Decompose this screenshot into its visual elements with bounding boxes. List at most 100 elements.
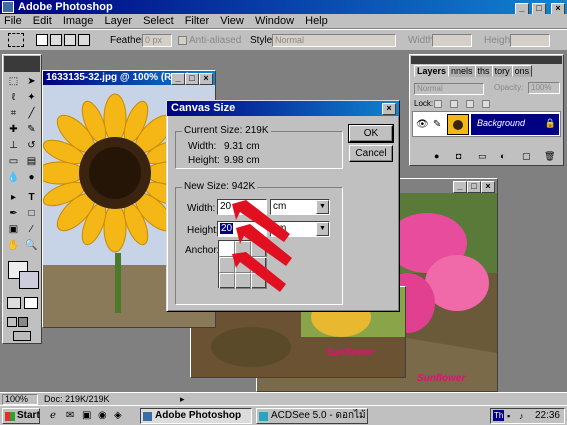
trash-icon[interactable]: 🗑 xyxy=(544,151,555,162)
chevron-down-icon[interactable]: ▼ xyxy=(316,222,329,236)
dodge-icon[interactable]: ● xyxy=(24,171,39,185)
add-selection-icon[interactable] xyxy=(50,34,62,46)
new-height-input[interactable]: 20 xyxy=(217,221,267,237)
subtract-selection-icon[interactable] xyxy=(64,34,76,46)
move-icon[interactable]: ➤ xyxy=(24,75,39,89)
menu-layer[interactable]: Layer xyxy=(100,14,136,28)
lock-all-checkbox[interactable] xyxy=(482,100,490,108)
width-input[interactable] xyxy=(432,34,472,47)
brush-icon[interactable]: ✎ xyxy=(24,123,39,137)
new-height-unit-select[interactable]: cm ▼ xyxy=(270,221,330,237)
blur-icon[interactable]: 💧 xyxy=(6,171,21,185)
menu-image[interactable]: Image xyxy=(59,14,98,28)
close-icon[interactable]: × xyxy=(382,103,396,115)
history-brush-icon[interactable]: ↺ xyxy=(24,139,39,153)
path-selection-icon[interactable]: ▸ xyxy=(6,191,21,205)
jump-to-imageready-icon[interactable] xyxy=(13,331,31,341)
new-width-unit-select[interactable]: cm ▼ xyxy=(270,199,330,215)
layer-mask-icon[interactable]: ◘ xyxy=(456,151,461,161)
network-icon[interactable]: ▪ xyxy=(507,409,510,423)
brush-link-icon[interactable]: ✎ xyxy=(433,119,441,130)
eye-icon[interactable]: 👁 xyxy=(416,119,429,130)
standard-mode-icon[interactable] xyxy=(24,297,38,309)
clone-stamp-icon[interactable]: ⊥ xyxy=(6,139,21,153)
new-set-icon[interactable]: ▭ xyxy=(478,151,487,162)
lock-position-checkbox[interactable] xyxy=(466,100,474,108)
tab-paths[interactable]: ths xyxy=(474,65,493,77)
start-button[interactable]: Start xyxy=(2,408,40,424)
anchor-center[interactable] xyxy=(235,257,251,273)
dialog-title-bar[interactable]: Canvas Size × xyxy=(167,101,399,116)
intersect-selection-icon[interactable] xyxy=(78,34,90,46)
language-indicator[interactable]: Th xyxy=(493,410,505,421)
background-color-swatch[interactable] xyxy=(19,271,39,289)
eraser-icon[interactable]: ▭ xyxy=(6,155,21,169)
eyedropper-icon[interactable]: ⁄ xyxy=(24,223,39,237)
tab-layers[interactable]: Layers xyxy=(414,65,450,77)
opacity-input[interactable]: 100% xyxy=(528,82,560,94)
minimize-icon[interactable]: _ xyxy=(453,181,467,193)
anchor-top-left[interactable] xyxy=(219,241,235,257)
ok-button[interactable]: OK xyxy=(348,124,394,143)
new-layer-icon[interactable]: ▢ xyxy=(522,151,531,162)
maximize-icon[interactable]: □ xyxy=(185,73,199,85)
anchor-middle-right[interactable] xyxy=(251,257,267,273)
close-icon[interactable]: × xyxy=(481,181,495,193)
quicklaunch-outlook-icon[interactable]: ✉ xyxy=(66,410,74,421)
anchor-middle-left[interactable] xyxy=(219,257,235,273)
task-acdsee[interactable]: ACDSee 5.0 - ดอกไม้ xyxy=(256,408,368,424)
type-icon[interactable]: T xyxy=(24,191,39,205)
new-width-input[interactable]: 20 xyxy=(217,199,267,215)
quicklaunch-ie-icon[interactable]: ℯ xyxy=(50,410,56,421)
menu-window[interactable]: Window xyxy=(251,14,298,28)
quick-mask-icon[interactable] xyxy=(7,297,21,309)
tab-actions[interactable]: ons xyxy=(511,65,533,77)
style-select[interactable]: Normal xyxy=(272,34,396,47)
anchor-top-right[interactable] xyxy=(251,241,267,257)
menu-edit[interactable]: Edit xyxy=(29,14,56,28)
blend-mode-select[interactable]: Normal xyxy=(414,83,484,95)
magic-wand-icon[interactable]: ✦ xyxy=(24,91,39,105)
menu-select[interactable]: Select xyxy=(139,14,178,28)
anti-aliased-checkbox[interactable] xyxy=(178,36,187,45)
anchor-bottom-right[interactable] xyxy=(251,273,267,289)
tab-history[interactable]: tory xyxy=(491,65,513,77)
quicklaunch-app-icon[interactable]: ◈ xyxy=(114,410,122,421)
volume-icon[interactable]: ♪ xyxy=(519,409,524,423)
shape-icon[interactable]: □ xyxy=(24,207,39,221)
chevron-down-icon[interactable]: ▼ xyxy=(316,200,329,214)
close-icon[interactable]: × xyxy=(199,73,213,85)
feather-input[interactable]: 0 px xyxy=(142,34,172,47)
anchor-top-center[interactable] xyxy=(235,241,251,257)
quicklaunch-desktop-icon[interactable]: ▣ xyxy=(82,410,91,421)
screen-mode-full-icon[interactable] xyxy=(18,317,28,327)
menu-filter[interactable]: Filter xyxy=(181,14,213,28)
slice-icon[interactable]: ╱ xyxy=(24,107,39,121)
crop-icon[interactable]: ⌗ xyxy=(6,107,21,121)
doc-info-arrow-icon[interactable]: ▸ xyxy=(180,394,185,405)
hand-icon[interactable]: ✋ xyxy=(6,239,21,253)
healing-brush-icon[interactable]: ✚ xyxy=(6,123,21,137)
tab-channels[interactable]: nnels xyxy=(448,65,476,77)
lasso-icon[interactable]: ℓ xyxy=(6,91,21,105)
minimize-icon[interactable]: _ xyxy=(171,73,185,85)
cancel-button[interactable]: Cancel xyxy=(349,145,393,162)
pen-icon[interactable]: ✒ xyxy=(6,207,21,221)
notes-icon[interactable]: ▣ xyxy=(6,223,21,237)
menu-help[interactable]: Help xyxy=(301,14,332,28)
lock-transparency-checkbox[interactable] xyxy=(434,100,442,108)
new-selection-icon[interactable] xyxy=(36,34,48,46)
layer-style-icon[interactable]: ● xyxy=(434,151,439,161)
screen-mode-icon[interactable] xyxy=(7,317,17,327)
marquee-icon[interactable]: ⬚ xyxy=(6,75,21,89)
quicklaunch-media-icon[interactable]: ◉ xyxy=(98,410,107,421)
anchor-bottom-center[interactable] xyxy=(235,273,251,289)
task-adobe-photoshop[interactable]: Adobe Photoshop xyxy=(140,408,252,424)
menu-file[interactable]: File xyxy=(0,14,26,28)
marquee-tool-icon[interactable] xyxy=(8,33,24,47)
menu-view[interactable]: View xyxy=(216,14,248,28)
gradient-icon[interactable]: ▤ xyxy=(24,155,39,169)
maximize-icon[interactable]: □ xyxy=(467,181,481,193)
zoom-icon[interactable]: 🔍 xyxy=(24,239,39,253)
adjustment-layer-icon[interactable]: ◐ xyxy=(500,151,505,161)
